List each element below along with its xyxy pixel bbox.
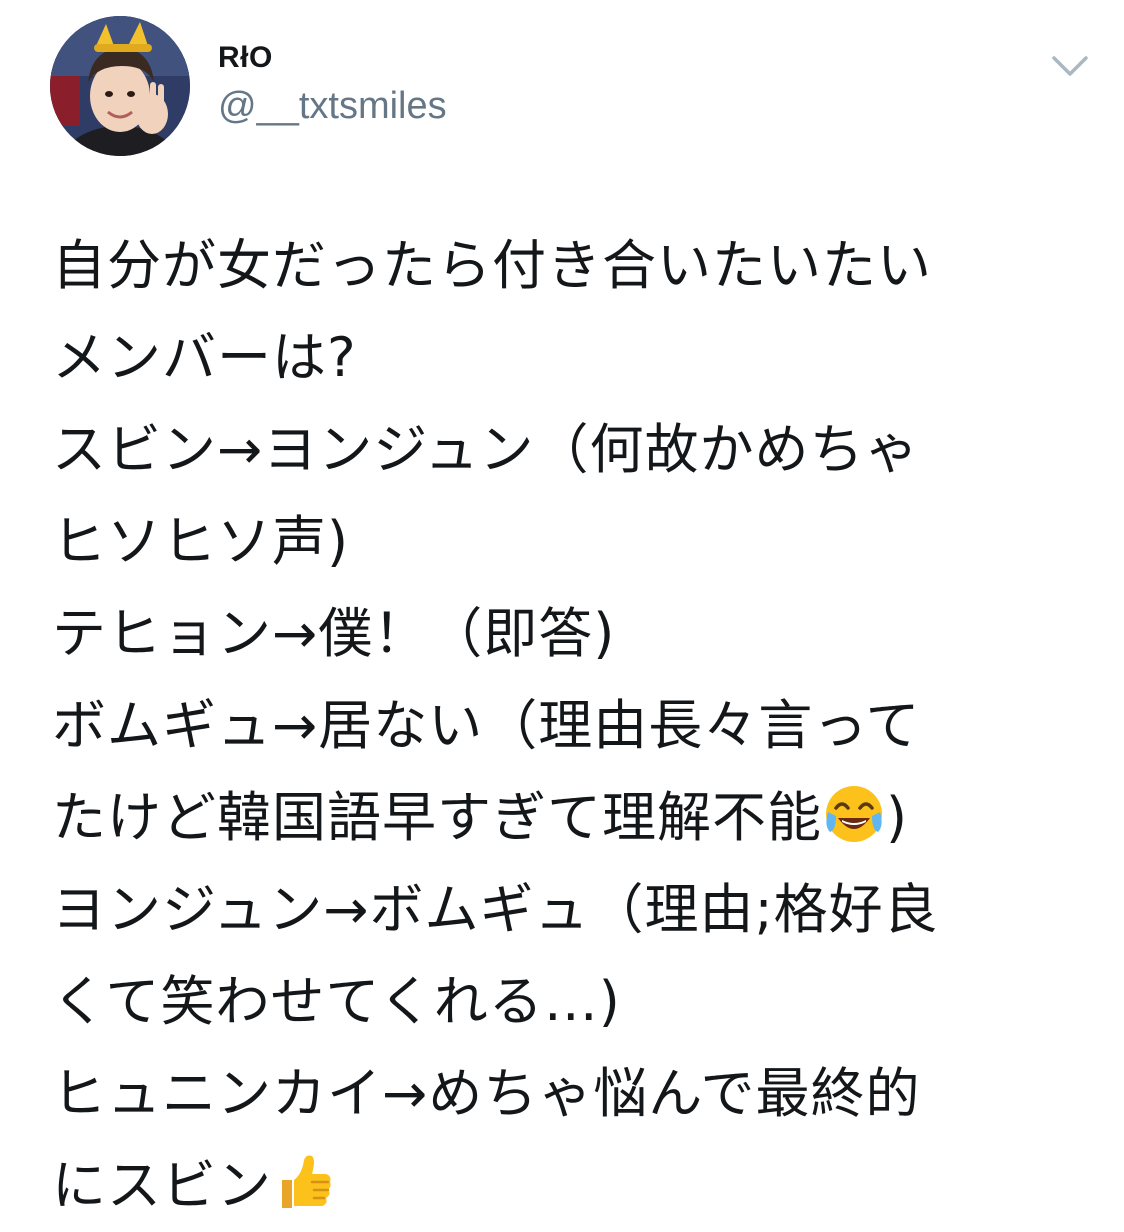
tweet-line: たけど韓国語早すぎて理解不能 ) xyxy=(52,772,1092,864)
author-names: RłO @__txtsmiles xyxy=(218,38,447,130)
tweet-line: 自分が女だったら付き合いたいたい xyxy=(52,234,932,297)
chevron-down-icon[interactable] xyxy=(1050,52,1090,80)
tweet-line: くて笑わせてくれる…) xyxy=(52,970,621,1033)
tweet-text: 自分が女だったら付き合いたいたい メンバーは? スビン→ヨンジュン（何故かめちゃ… xyxy=(52,220,1092,1232)
tweet-line: にスビン xyxy=(52,1140,1092,1232)
tweet-line: スビン→ヨンジュン（何故かめちゃ xyxy=(52,418,920,481)
handle[interactable]: @__txtsmiles xyxy=(218,82,447,130)
tweet-line-text: たけど韓国語早すぎて理解不能 xyxy=(52,786,822,849)
tweet-line: テヒョン→僕！（即答) xyxy=(52,602,616,665)
tweet-line: ヒソヒソ声) xyxy=(52,510,350,573)
tweet-line-suffix: ) xyxy=(886,786,909,849)
tweet-header: RłO @__txtsmiles xyxy=(50,16,1090,156)
thumbs-up-icon xyxy=(272,1150,336,1214)
avatar-image xyxy=(50,16,190,156)
tweet-line: ヨンジュン→ボムギュ（理由;格好良 xyxy=(52,878,939,941)
face-with-tears-of-joy-icon xyxy=(822,782,886,846)
tweet-line: メンバーは? xyxy=(52,326,357,389)
avatar[interactable] xyxy=(50,16,190,156)
tweet-line: ヒュニンカイ→めちゃ悩んで最終的 xyxy=(52,1062,921,1125)
tweet-line: ボムギュ→居ない（理由長々言って xyxy=(52,694,921,757)
tweet: RłO @__txtsmiles 自分が女だったら付き合いたいたい メンバーは?… xyxy=(0,0,1124,1229)
tweet-line-text: にスビン xyxy=(52,1154,272,1217)
display-name[interactable]: RłO xyxy=(218,38,447,78)
